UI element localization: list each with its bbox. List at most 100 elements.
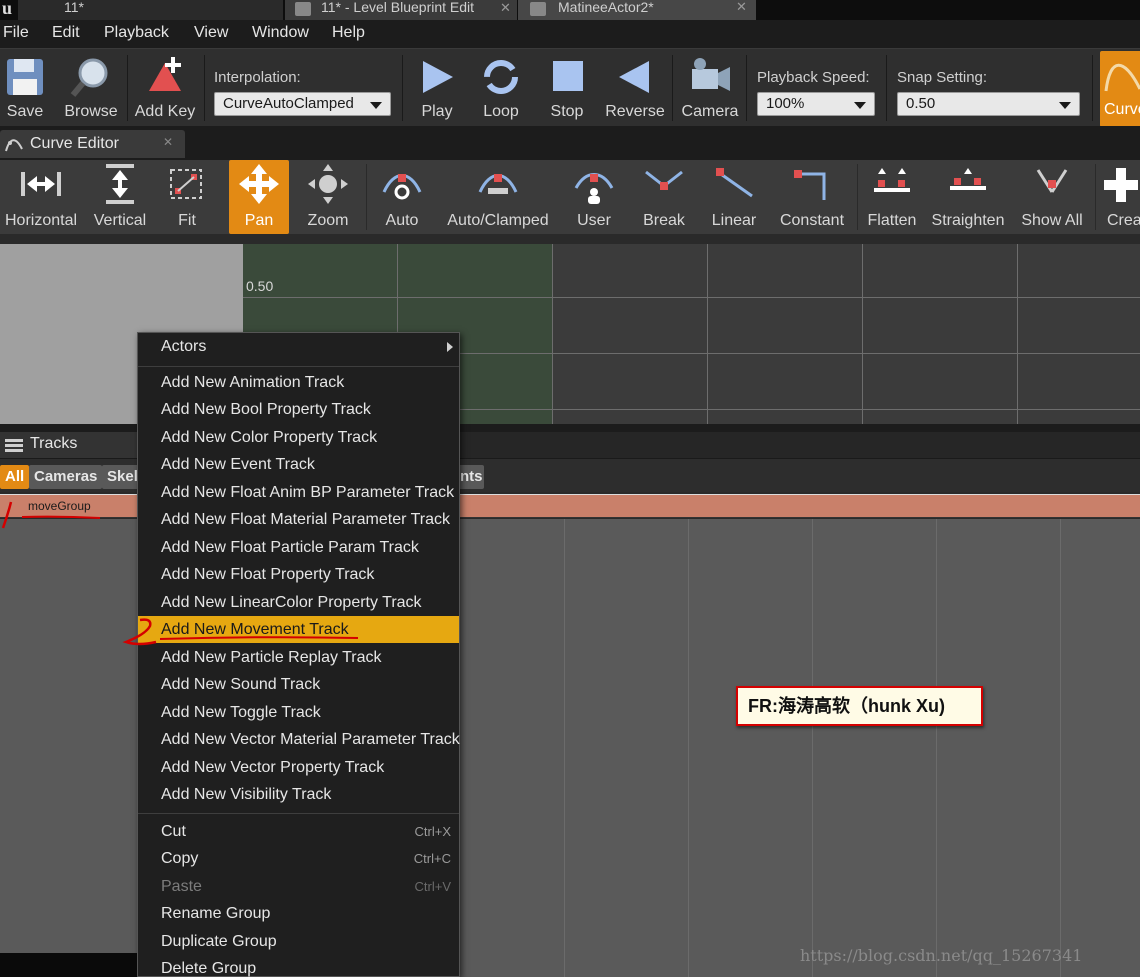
grid-line: [862, 244, 863, 424]
add-key-label: Add Key: [134, 103, 196, 120]
grid-line: [243, 297, 1140, 298]
menu-view[interactable]: View: [194, 24, 228, 42]
pan-label: Pan: [244, 212, 274, 229]
menu-playback[interactable]: Playback: [104, 24, 169, 42]
chevron-down-icon: [1059, 102, 1071, 109]
create-button[interactable]: Crea: [1100, 160, 1140, 234]
grid-line: [1060, 519, 1061, 977]
horizontal-label: Horizontal: [4, 212, 78, 229]
grid-line: [1017, 244, 1018, 424]
menu-item-rename-group[interactable]: Rename Group: [138, 900, 459, 927]
close-icon[interactable]: ✕: [736, 0, 747, 14]
loop-icon: [484, 60, 518, 94]
grid-line: [812, 519, 813, 977]
menu-item-add-float-particle-param-track[interactable]: Add New Float Particle Param Track: [138, 534, 459, 561]
menu-item-add-visibility-track[interactable]: Add New Visibility Track: [138, 781, 459, 808]
snap-setting-label: Snap Setting:: [897, 69, 988, 86]
straighten-button[interactable]: Straighten: [930, 160, 1006, 234]
interpolation-label: Interpolation:: [214, 69, 301, 86]
tab-level[interactable]: 11*: [18, 0, 283, 20]
auto-clamped-icon: [478, 174, 518, 194]
interpolation-dropdown[interactable]: CurveAutoClamped: [214, 92, 391, 116]
plus-icon: [1104, 168, 1138, 202]
matinee-toolbar: Save Browse Add Key Interpolation: Curve…: [0, 48, 1140, 127]
floppy-disk-icon: [7, 59, 43, 95]
vertical-fit-button[interactable]: Vertical: [88, 160, 152, 234]
menu-item-add-animation-track[interactable]: Add New Animation Track: [138, 369, 459, 396]
constant-button[interactable]: Constant: [774, 160, 850, 234]
menu-item-add-vector-property-track[interactable]: Add New Vector Property Track: [138, 754, 459, 781]
tab-matinee[interactable]: MatineeActor2* ✕: [518, 0, 756, 20]
auto-tangent-icon: [382, 174, 422, 200]
menu-item-add-float-property-track[interactable]: Add New Float Property Track: [138, 561, 459, 588]
snap-setting-dropdown[interactable]: 0.50: [897, 92, 1080, 116]
reverse-button[interactable]: Reverse: [604, 53, 666, 125]
break-button[interactable]: Break: [634, 160, 694, 234]
linear-label: Linear: [711, 212, 757, 229]
zoom-button[interactable]: Zoom: [298, 160, 358, 234]
tab-curve-editor[interactable]: Curve Editor ✕: [0, 130, 185, 158]
camera-button[interactable]: Camera: [680, 53, 740, 125]
play-icon: [423, 61, 453, 93]
auto-button[interactable]: Auto: [372, 160, 432, 234]
flatten-button[interactable]: Flatten: [862, 160, 922, 234]
watermark-url: https://blog.csdn.net/qq_15267341: [800, 946, 1083, 965]
menu-file[interactable]: File: [3, 24, 29, 42]
add-key-button[interactable]: Add Key: [132, 53, 198, 125]
movie-camera-icon: [692, 58, 730, 91]
menu-item-add-color-property-track[interactable]: Add New Color Property Track: [138, 424, 459, 451]
magnifier-icon: [70, 58, 108, 97]
menu-item-cut[interactable]: Cut Ctrl+X: [138, 818, 459, 845]
loop-button[interactable]: Loop: [476, 53, 526, 125]
playback-speed-dropdown[interactable]: 100%: [757, 92, 875, 116]
browse-button[interactable]: Browse: [60, 53, 122, 125]
filter-all[interactable]: All: [0, 465, 30, 489]
filter-cameras[interactable]: Cameras: [29, 465, 103, 489]
separator: [402, 55, 403, 121]
horizontal-fit-button[interactable]: Horizontal: [2, 160, 80, 234]
separator: [204, 55, 205, 121]
menu-item-add-vector-material-parameter-track[interactable]: Add New Vector Material Parameter Track: [138, 726, 460, 753]
menu-item-add-float-material-parameter-track[interactable]: Add New Float Material Parameter Track: [138, 506, 459, 533]
show-all-button[interactable]: Show All: [1018, 160, 1086, 234]
tab-level-blueprint[interactable]: 11* - Level Blueprint Edit: [285, 0, 517, 20]
menu-edit[interactable]: Edit: [52, 24, 80, 42]
separator: [366, 164, 367, 230]
blueprint-icon: [295, 2, 311, 16]
stop-button[interactable]: Stop: [542, 53, 592, 125]
shortcut-label: Ctrl+X: [414, 824, 451, 839]
menu-item-add-toggle-track[interactable]: Add New Toggle Track: [138, 699, 459, 726]
curve-editor-icon: [5, 139, 23, 152]
menu-item-actors[interactable]: Actors: [138, 333, 459, 360]
menu-item-add-event-track[interactable]: Add New Event Track: [138, 451, 459, 478]
menu-item-duplicate-group[interactable]: Duplicate Group: [138, 928, 459, 955]
menu-separator: [138, 813, 459, 814]
curve-editor-tab-label: Curve Editor: [30, 135, 119, 152]
play-button[interactable]: Play: [412, 53, 462, 125]
tab-level-label: 11*: [64, 0, 84, 15]
pan-button[interactable]: Pan: [229, 160, 289, 234]
grid-line: [936, 519, 937, 977]
fit-button[interactable]: Fit: [162, 160, 212, 234]
menu-item-copy[interactable]: Copy Ctrl+C: [138, 845, 459, 872]
menu-help[interactable]: Help: [332, 24, 365, 42]
save-button[interactable]: Save: [0, 53, 50, 125]
auto-clamped-button[interactable]: Auto/Clamped: [444, 160, 552, 234]
menu-item-delete-group[interactable]: Delete Group: [138, 955, 459, 977]
close-icon[interactable]: ✕: [500, 0, 511, 16]
user-button[interactable]: User: [564, 160, 624, 234]
filter-skeletal[interactable]: Skel: [102, 465, 142, 489]
menu-window[interactable]: Window: [252, 24, 309, 42]
constant-tangent-icon: [794, 170, 826, 200]
menu-item-add-sound-track[interactable]: Add New Sound Track: [138, 671, 459, 698]
linear-button[interactable]: Linear: [704, 160, 764, 234]
tab-level-blueprint-label: 11* - Level Blueprint Edit: [321, 0, 475, 15]
menu-item-add-float-anim-bp-parameter-track[interactable]: Add New Float Anim BP Parameter Track: [138, 479, 459, 506]
matinee-icon: [530, 2, 546, 16]
fit-icon: [170, 169, 202, 199]
tab-tracks[interactable]: Tracks: [0, 432, 140, 458]
menu-item-add-bool-property-track[interactable]: Add New Bool Property Track: [138, 396, 459, 423]
menu-separator: [138, 366, 459, 367]
curve-toggle-button[interactable]: Curve: [1100, 51, 1140, 127]
close-icon[interactable]: ✕: [163, 135, 173, 149]
